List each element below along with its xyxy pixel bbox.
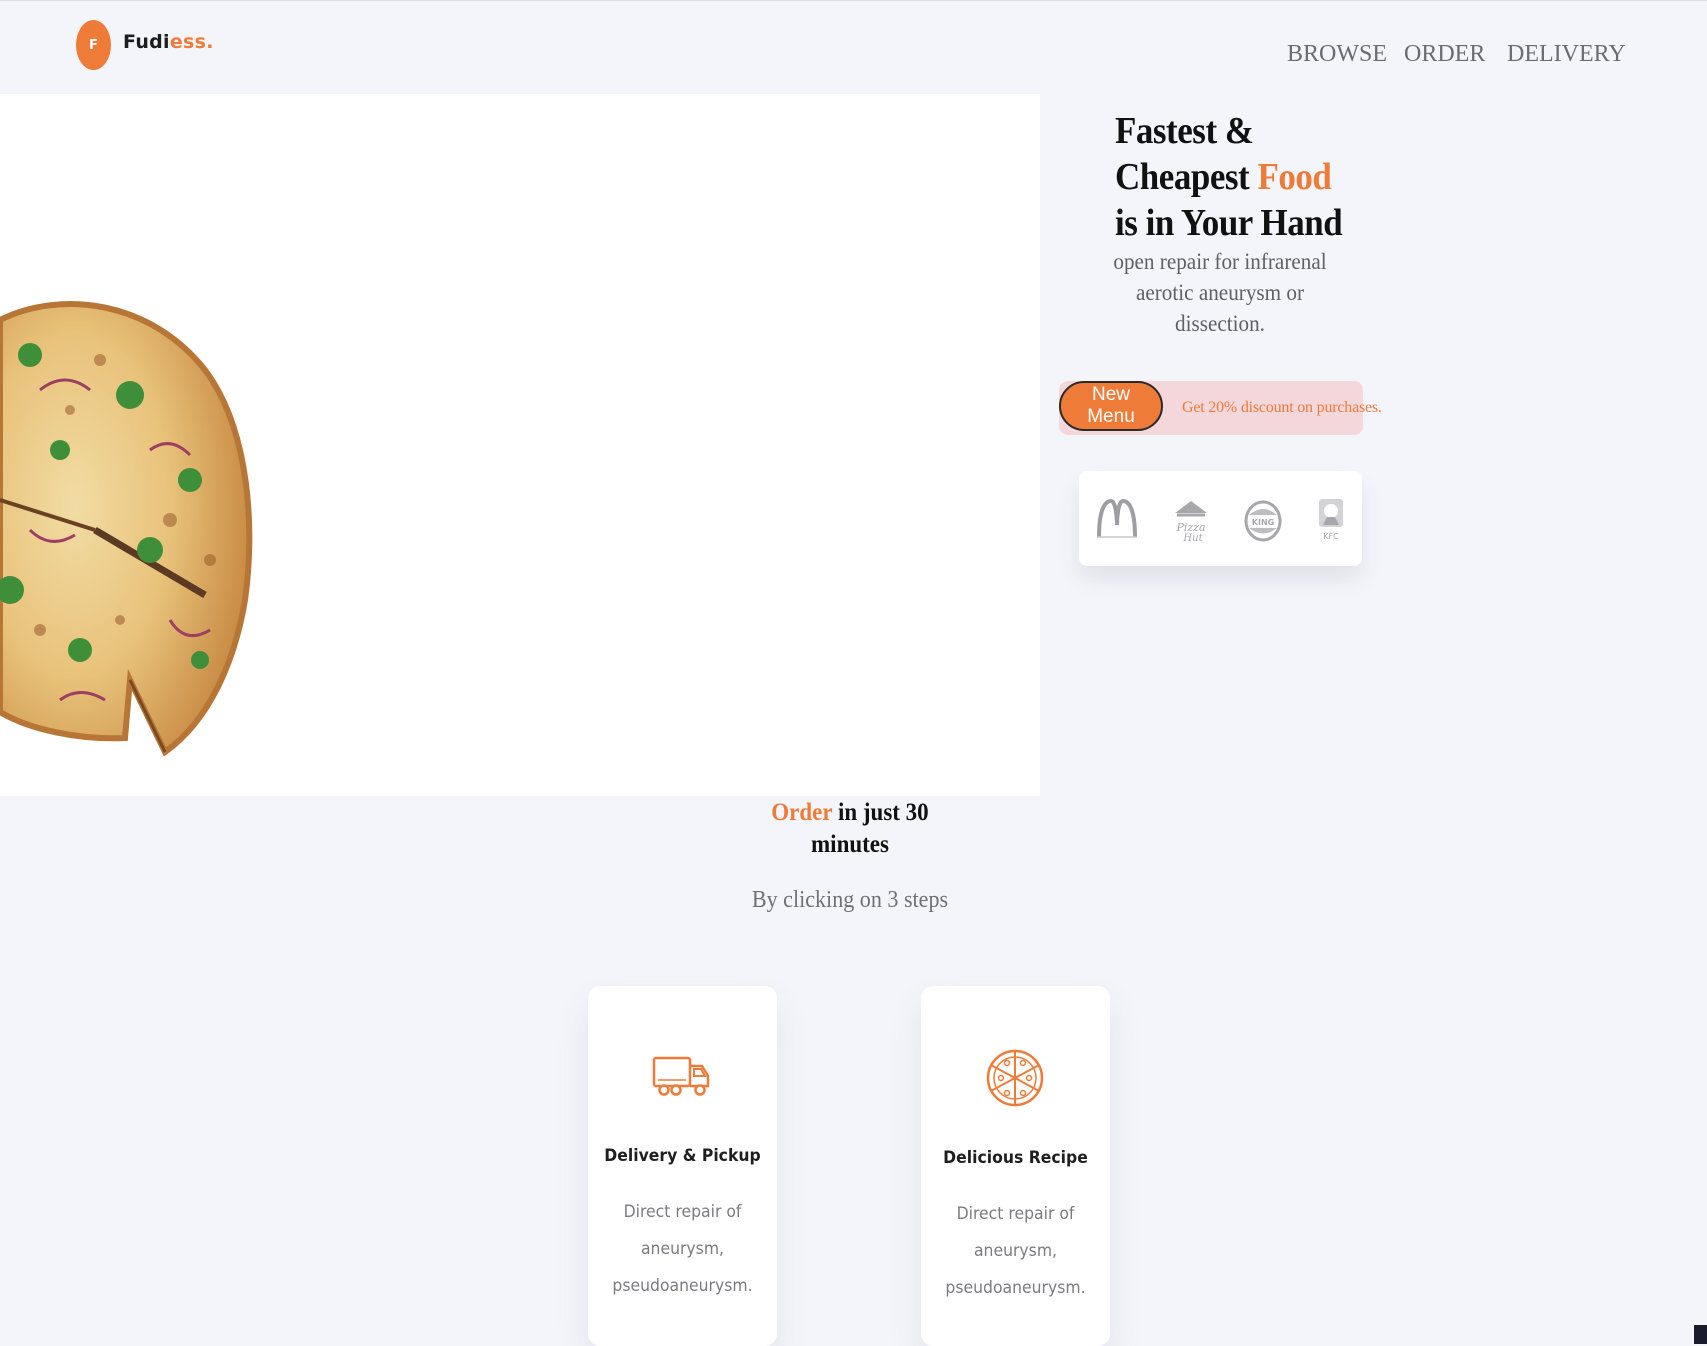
logo-suffix: s. bbox=[194, 31, 214, 53]
pizza-icon bbox=[986, 1049, 1044, 1107]
svg-text:Hut: Hut bbox=[1182, 533, 1203, 543]
hero-title-line2-text: Cheapest bbox=[1115, 156, 1250, 198]
hero-subtitle: open repair for infrarenal aerotic aneur… bbox=[1113, 249, 1327, 336]
hero-title-line3: is in Your Hand bbox=[1115, 202, 1343, 244]
pizza-hut-logo: Pizza Hut bbox=[1175, 501, 1207, 543]
card-description-line: pseudoaneurysm. bbox=[945, 1278, 1086, 1298]
hero-title-highlight: Food bbox=[1257, 156, 1332, 198]
feature-card-delivery[interactable]: Delivery & Pickup Direct repair of aneur… bbox=[588, 986, 777, 1346]
logo-badge[interactable]: F bbox=[76, 20, 111, 70]
hero-title-line2: Cheapest Food bbox=[1115, 154, 1342, 200]
truck-icon bbox=[652, 1056, 710, 1096]
section-subtitle: By clicking on 3 steps bbox=[751, 887, 949, 913]
burger-king-logo: KING bbox=[1244, 500, 1282, 542]
card-description-line: pseudoaneurysm. bbox=[612, 1276, 753, 1296]
pizza-image bbox=[0, 301, 253, 757]
card-description-line: Direct repair of bbox=[956, 1204, 1075, 1224]
card-description-line: aneurysm, bbox=[973, 1241, 1058, 1261]
logo-text[interactable]: Fudiess. bbox=[123, 31, 214, 53]
window-corner bbox=[1694, 1325, 1707, 1344]
card-title: Delivery & Pickup bbox=[604, 1146, 761, 1166]
feature-card-recipe[interactable]: Delicious Recipe Direct repair of aneury… bbox=[921, 986, 1110, 1346]
card-description: Direct repair of aneurysm, pseudoaneurys… bbox=[940, 1196, 1092, 1307]
brand-logos-card: Pizza Hut KING KFC bbox=[1079, 471, 1362, 566]
kfc-logo: KFC bbox=[1319, 499, 1343, 541]
mcdonalds-logo bbox=[1097, 498, 1137, 538]
nav-order[interactable]: ORDER bbox=[1404, 41, 1485, 68]
section-title: Order in just 30 minutes bbox=[749, 797, 951, 861]
logo-prefix: Fudi bbox=[123, 31, 170, 53]
card-title: Delicious Recipe bbox=[943, 1148, 1088, 1168]
svg-text:KING: KING bbox=[1252, 518, 1274, 527]
logo-highlight: es bbox=[169, 31, 195, 53]
svg-text:KFC: KFC bbox=[1323, 532, 1339, 541]
section-title-highlight: Order bbox=[771, 799, 833, 826]
nav-delivery[interactable]: DELIVERY bbox=[1507, 41, 1626, 68]
nav-browse[interactable]: BROWSE bbox=[1287, 41, 1387, 68]
site-header: F Fudiess. BROWSE ORDER DELIVERY bbox=[0, 0, 1707, 94]
new-menu-button[interactable]: New Menu bbox=[1059, 381, 1163, 431]
card-description: Direct repair of aneurysm, pseudoaneurys… bbox=[607, 1194, 759, 1305]
hero-title-line1: Fastest & bbox=[1115, 110, 1254, 152]
card-description-line: aneurysm, bbox=[640, 1239, 725, 1259]
card-description-line: Direct repair of bbox=[623, 1202, 742, 1222]
logo-initial: F bbox=[89, 37, 98, 53]
hero-title: Fastest & Cheapest Food is in Your Hand bbox=[1115, 108, 1343, 246]
promo-text: Get 20% discount on purchases. bbox=[1182, 399, 1382, 416]
